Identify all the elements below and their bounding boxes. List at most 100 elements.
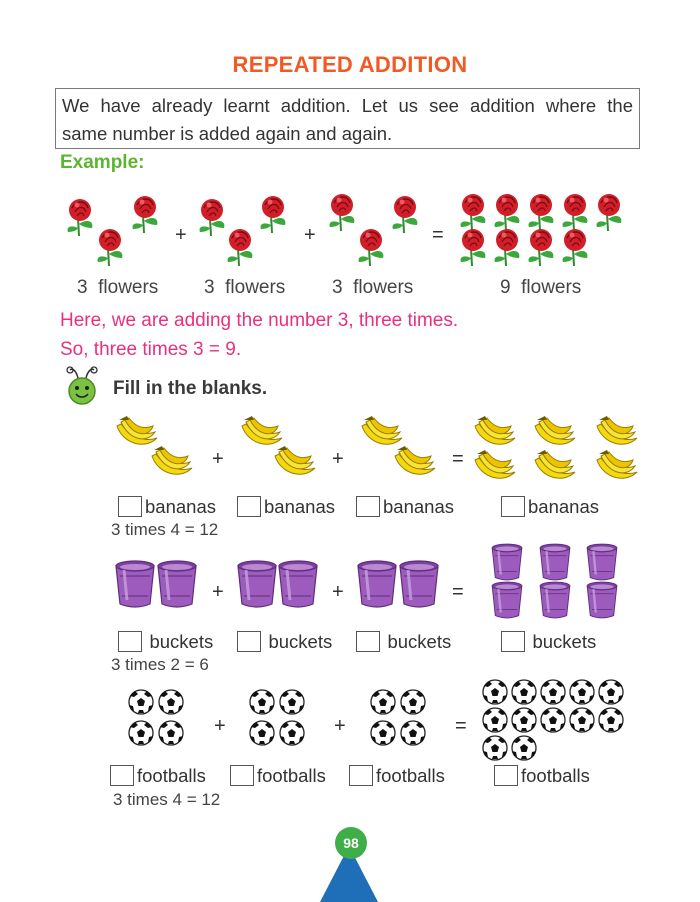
banana-equation: 3 times 4 = 12 <box>111 520 219 539</box>
answer-blank[interactable] <box>230 765 254 786</box>
rose-image <box>561 193 589 232</box>
bucket-image <box>539 542 571 582</box>
rose-image <box>66 198 94 237</box>
answer-blank[interactable] <box>356 631 380 652</box>
bucket-image <box>156 559 198 609</box>
football-image <box>370 689 396 715</box>
rose-image <box>527 228 555 267</box>
flower-group-2 <box>198 195 287 267</box>
explanation-line-2: So, three times 3 = 9. <box>60 339 242 360</box>
football-image <box>511 735 537 761</box>
answer-blank[interactable] <box>356 496 380 517</box>
plus-sign: + <box>334 715 346 737</box>
rose-image <box>96 228 124 267</box>
answer-blank[interactable] <box>237 496 261 517</box>
rose-image <box>226 228 254 267</box>
football-answer-total: footballs <box>494 765 590 787</box>
banana-image <box>241 415 283 445</box>
plus-sign: + <box>212 581 224 603</box>
football-image <box>128 720 154 746</box>
banana-image <box>596 449 638 479</box>
bucket-equation: 3 times 2 = 6 <box>111 655 209 674</box>
banana-image <box>151 445 193 475</box>
bucket-answer-2: buckets <box>237 631 332 653</box>
rose-image <box>527 193 555 232</box>
answer-blank[interactable] <box>494 765 518 786</box>
rose-image <box>493 193 521 232</box>
football-image <box>482 679 508 705</box>
plus-sign: + <box>175 224 187 246</box>
bucket-image <box>586 542 618 582</box>
flower-group-result <box>459 193 623 267</box>
equals-sign: = <box>452 448 464 470</box>
bucket-image <box>277 559 319 609</box>
football-image <box>540 679 566 705</box>
intro-box: We have already learnt addition. Let us … <box>55 88 640 149</box>
banana-answer-1: bananas <box>118 496 216 518</box>
answer-blank[interactable] <box>118 631 142 652</box>
football-image <box>400 720 426 746</box>
bucket-answer-total: buckets <box>501 631 596 653</box>
plus-sign: + <box>332 581 344 603</box>
bucket-answer-1: buckets <box>118 631 213 653</box>
answer-blank[interactable] <box>110 765 134 786</box>
answer-blank[interactable] <box>349 765 373 786</box>
banana-image <box>361 415 403 445</box>
bucket-image <box>586 580 618 620</box>
example-caption-result: 9 flowers <box>500 277 582 298</box>
plus-sign: + <box>214 715 226 737</box>
football-image <box>400 689 426 715</box>
equals-sign: = <box>455 715 467 737</box>
bucket-image <box>398 559 440 609</box>
exercise-title: Fill in the blanks. <box>113 378 268 399</box>
example-flower-row <box>66 193 623 267</box>
football-image <box>569 679 595 705</box>
rose-image <box>357 228 385 267</box>
football-image <box>598 707 624 733</box>
example-label: Example: <box>60 152 145 173</box>
flower-group-3 <box>328 193 419 267</box>
football-image <box>158 720 184 746</box>
equals-sign: = <box>432 224 444 246</box>
flower-group-1 <box>66 195 159 267</box>
rose-image <box>561 228 589 267</box>
banana-answer-total: bananas <box>501 496 599 518</box>
banana-image <box>474 415 516 445</box>
rose-image <box>459 228 487 267</box>
explanation-line-1: Here, we are adding the number 3, three … <box>60 310 459 331</box>
football-image <box>569 707 595 733</box>
football-image <box>540 707 566 733</box>
rose-image <box>328 193 356 232</box>
banana-image <box>534 415 576 445</box>
banana-answer-3: bananas <box>356 496 454 518</box>
bucket-image <box>236 559 278 609</box>
bucket-image <box>491 580 523 620</box>
answer-blank[interactable] <box>237 631 261 652</box>
banana-row <box>116 415 638 479</box>
page-number: 98 <box>335 827 367 859</box>
banana-image <box>474 449 516 479</box>
football-image <box>158 689 184 715</box>
football-row <box>128 679 624 761</box>
football-answer-2: footballs <box>230 765 326 787</box>
answer-blank[interactable] <box>118 496 142 517</box>
football-image <box>128 689 154 715</box>
intro-line-2: same number is added again and again. <box>62 123 393 144</box>
example-caption-2: 3 flowers <box>204 277 286 298</box>
rose-image <box>391 195 419 234</box>
football-image <box>482 707 508 733</box>
equals-sign: = <box>452 581 464 603</box>
answer-blank[interactable] <box>501 631 525 652</box>
example-caption-3: 3 flowers <box>332 277 414 298</box>
bucket-answer-3: buckets <box>356 631 451 653</box>
bucket-image <box>114 559 156 609</box>
banana-image <box>274 445 316 475</box>
answer-blank[interactable] <box>501 496 525 517</box>
rose-image <box>198 198 226 237</box>
football-image <box>598 679 624 705</box>
football-image <box>511 707 537 733</box>
example-caption-1: 3 flowers <box>77 277 159 298</box>
rose-image <box>459 193 487 232</box>
banana-image <box>596 415 638 445</box>
rose-image <box>131 195 159 234</box>
